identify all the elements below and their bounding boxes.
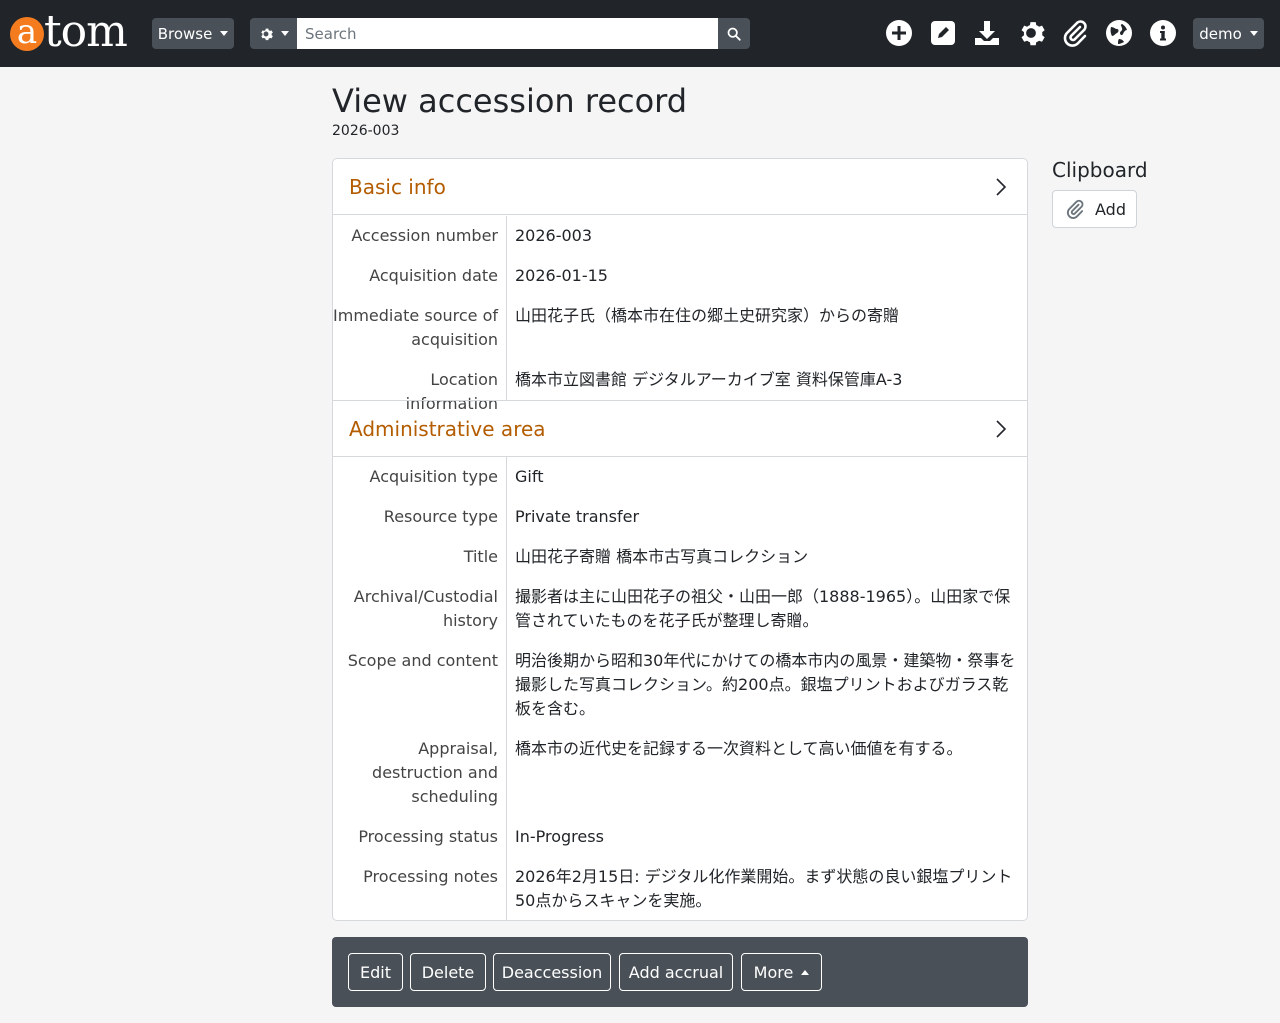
field-label: Immediate source of acquisition bbox=[333, 306, 498, 349]
add-menu-button[interactable] bbox=[883, 17, 915, 49]
admin-menu-button[interactable] bbox=[1015, 17, 1047, 49]
atom-logo[interactable]: a tom bbox=[10, 6, 128, 57]
add-accrual-button[interactable]: Add accrual bbox=[619, 953, 733, 991]
chevron-down-icon bbox=[280, 31, 289, 36]
manage-menu-button[interactable] bbox=[927, 17, 959, 49]
field-label: Scope and content bbox=[347, 651, 498, 670]
search-icon bbox=[727, 27, 741, 41]
paperclip-icon bbox=[1063, 20, 1087, 47]
field-value: Private transfer bbox=[515, 507, 640, 526]
search-submit-button[interactable] bbox=[718, 18, 750, 49]
search-placeholder: Search bbox=[305, 24, 357, 43]
clipboard-menu-button[interactable] bbox=[1059, 17, 1091, 49]
chevron-down-icon bbox=[1249, 31, 1258, 36]
edit-button[interactable]: Edit bbox=[348, 953, 403, 991]
add-accrual-label: Add accrual bbox=[628, 962, 724, 982]
field-value: 2026-01-15 bbox=[515, 266, 608, 285]
language-menu-button[interactable] bbox=[1103, 17, 1135, 49]
clipboard-title: Clipboard bbox=[1052, 158, 1148, 182]
field-label: Processing status bbox=[358, 827, 498, 846]
page-subtitle: 2026-003 bbox=[332, 123, 400, 139]
actions-bar: Edit Delete Deaccession Add accrual More bbox=[332, 937, 1028, 1007]
gear-icon bbox=[1021, 22, 1045, 46]
delete-button[interactable]: Delete bbox=[410, 953, 486, 991]
edit-label: Edit bbox=[360, 962, 391, 982]
delete-label: Delete bbox=[421, 962, 475, 982]
more-label: More bbox=[753, 962, 794, 982]
field-label: Appraisal, destruction and scheduling bbox=[372, 739, 498, 806]
section-heading: Basic info bbox=[349, 174, 446, 199]
add-icon bbox=[886, 20, 912, 46]
logo-text: tom bbox=[44, 6, 128, 57]
field-value: 2026-003 bbox=[515, 226, 593, 245]
divider bbox=[506, 216, 507, 400]
browse-label: Browse bbox=[157, 24, 213, 43]
search-options-button[interactable] bbox=[250, 18, 297, 49]
section-basic-info-header[interactable]: Basic info bbox=[333, 159, 1027, 215]
deaccession-label: Deaccession bbox=[501, 962, 603, 982]
top-navbar: a tom Browse Search demo bbox=[0, 0, 1280, 67]
field-label: Title bbox=[463, 547, 498, 566]
field-value: 明治後期から昭和30年代にかけての橋本市内の風景・建築物・祭事を撮影した写真コレ… bbox=[515, 651, 1016, 718]
gear-icon bbox=[260, 28, 273, 40]
browse-menu-button[interactable]: Browse bbox=[152, 18, 234, 49]
field-label: Acquisition date bbox=[369, 266, 498, 285]
accession-details-card: Basic info Accession number 2026-003 Acq… bbox=[332, 158, 1028, 921]
help-menu-button[interactable] bbox=[1147, 17, 1179, 49]
divider bbox=[506, 457, 507, 920]
page-title: View accession record bbox=[332, 82, 688, 120]
section-administrative-area-header[interactable]: Administrative area bbox=[333, 400, 1027, 457]
paperclip-icon bbox=[1066, 199, 1084, 219]
more-menu-button[interactable]: More bbox=[741, 953, 822, 991]
user-label: demo bbox=[1199, 24, 1242, 43]
field-label: Accession number bbox=[351, 226, 498, 245]
field-value: In-Progress bbox=[515, 827, 604, 846]
clipboard-add-button[interactable]: Add bbox=[1052, 190, 1137, 228]
field-value: 橋本市立図書館 デジタルアーカイブ室 資料保管庫A-3 bbox=[515, 370, 903, 389]
field-value: 撮影者は主に山田花子の祖父・山田一郎（1888-1965）。山田家で保管されてい… bbox=[515, 587, 1011, 630]
search-input[interactable]: Search bbox=[297, 18, 718, 49]
field-label: Processing notes bbox=[363, 867, 498, 886]
clipboard-add-label: Add bbox=[1095, 199, 1126, 219]
field-label: Acquisition type bbox=[369, 467, 498, 486]
import-menu-button[interactable] bbox=[971, 17, 1003, 49]
logo-letter: a bbox=[10, 15, 44, 51]
field-label: Resource type bbox=[383, 507, 498, 526]
field-value: Gift bbox=[515, 467, 544, 486]
edit-icon bbox=[931, 21, 955, 45]
chevron-down-icon bbox=[220, 31, 229, 36]
chevron-right-icon bbox=[996, 420, 1007, 438]
field-value: 山田花子寄贈 橋本市古写真コレクション bbox=[515, 547, 809, 566]
section-heading: Administrative area bbox=[349, 416, 546, 441]
info-icon bbox=[1150, 20, 1176, 46]
globe-icon bbox=[1106, 20, 1132, 46]
field-value: 山田花子氏（橋本市在住の郷土史研究家）からの寄贈 bbox=[515, 306, 900, 325]
chevron-right-icon bbox=[996, 178, 1007, 196]
field-value: 橋本市の近代史を記録する一次資料として高い価値を有する。 bbox=[515, 739, 963, 758]
field-label: Archival/Custodial history bbox=[353, 587, 498, 630]
field-value: 2026年2月15日: デジタル化作業開始。まず状態の良い銀塩プリント50点から… bbox=[515, 867, 1013, 910]
deaccession-button[interactable]: Deaccession bbox=[493, 953, 611, 991]
chevron-up-icon bbox=[801, 969, 810, 975]
user-menu-button[interactable]: demo bbox=[1193, 18, 1264, 49]
download-icon bbox=[975, 21, 999, 45]
